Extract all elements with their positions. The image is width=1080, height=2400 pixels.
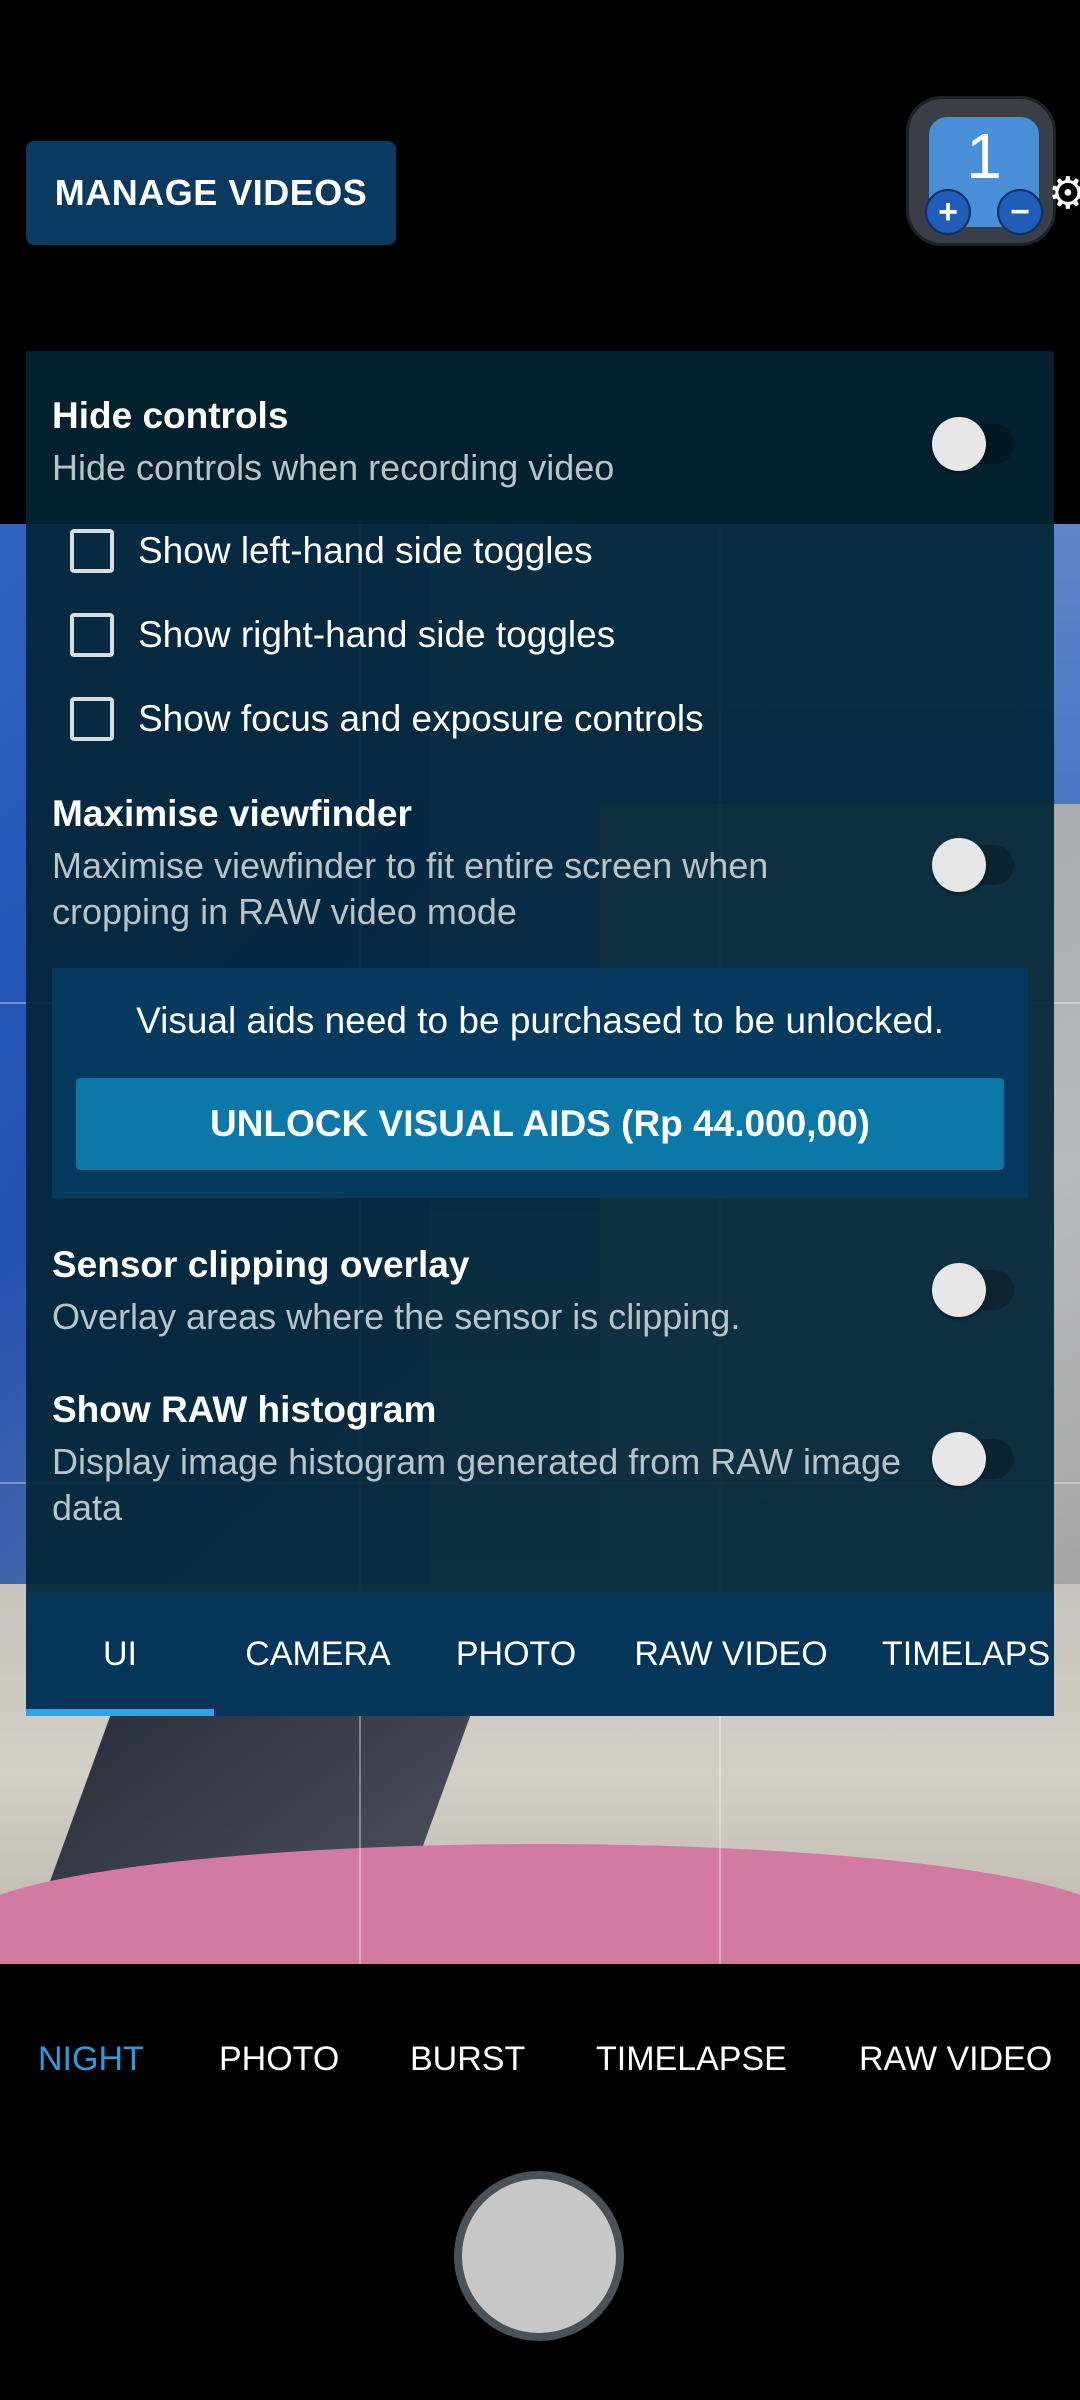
setting-title: Show RAW histogram (52, 1389, 437, 1430)
settings-panel: Hide controls Hide controls when recordi… (26, 351, 1054, 1592)
tab-camera[interactable]: CAMERA (214, 1592, 422, 1716)
tab-timelapse[interactable]: TIMELAPS (852, 1592, 1054, 1716)
toggle-knob (932, 838, 986, 892)
counter-plus-button[interactable]: + (925, 189, 971, 235)
maximise-viewfinder-toggle[interactable] (932, 838, 1014, 892)
manage-videos-button[interactable]: MANAGE VIDEOS (26, 141, 396, 245)
hide-controls-toggle[interactable] (932, 417, 1014, 471)
toggle-knob (932, 1263, 986, 1317)
shutter-button[interactable] (454, 2171, 624, 2341)
checkbox-right-toggles[interactable]: Show right-hand side toggles (70, 605, 615, 665)
mode-burst[interactable]: BURST (410, 2040, 525, 2079)
setting-sensor-clipping[interactable]: Sensor clipping overlay Overlay areas wh… (52, 1244, 912, 1340)
toggle-knob (932, 417, 986, 471)
visual-aids-message: Visual aids need to be purchased to be u… (136, 1000, 944, 1041)
counter-widget[interactable]: 1 + − (906, 96, 1056, 246)
setting-subtitle: Overlay areas where the sensor is clippi… (52, 1296, 741, 1337)
counter-value: 1 (966, 120, 1002, 192)
setting-subtitle: Maximise viewfinder to fit entire screen… (52, 845, 769, 932)
checkbox[interactable] (70, 697, 114, 741)
checkbox-label: Show right-hand side toggles (138, 614, 616, 655)
capture-mode-selector: NIGHT PHOTO BURST TIMELAPSE RAW VIDEO (0, 2010, 1080, 2110)
tab-raw-video[interactable]: RAW VIDEO (610, 1592, 852, 1716)
setting-subtitle: Hide controls when recording video (52, 447, 615, 488)
checkbox[interactable] (70, 613, 114, 657)
setting-title: Sensor clipping overlay (52, 1244, 470, 1285)
setting-raw-histogram[interactable]: Show RAW histogram Display image histogr… (52, 1389, 912, 1531)
raw-histogram-toggle[interactable] (932, 1432, 1014, 1486)
sensor-clipping-toggle[interactable] (932, 1263, 1014, 1317)
mode-timelapse[interactable]: TIMELAPSE (596, 2040, 787, 2079)
active-tab-indicator (26, 1709, 214, 1716)
toggle-knob (932, 1432, 986, 1486)
setting-title: Hide controls (52, 395, 289, 436)
checkbox-left-toggles[interactable]: Show left-hand side toggles (70, 521, 593, 581)
gear-icon[interactable]: ⚙ (1048, 168, 1080, 228)
counter-minus-button[interactable]: − (997, 189, 1043, 235)
checkbox-label: Show focus and exposure controls (138, 698, 704, 739)
mode-raw-video[interactable]: RAW VIDEO (859, 2040, 1052, 2079)
setting-maximise-viewfinder[interactable]: Maximise viewfinder Maximise viewfinder … (52, 793, 912, 935)
setting-hide-controls[interactable]: Hide controls Hide controls when recordi… (52, 395, 912, 491)
unlock-visual-aids-button[interactable]: UNLOCK VISUAL AIDS (Rp 44.000,00) (76, 1078, 1004, 1170)
setting-subtitle: Display image histogram generated from R… (52, 1441, 902, 1528)
checkbox-label: Show left-hand side toggles (138, 530, 593, 571)
setting-title: Maximise viewfinder (52, 793, 412, 834)
settings-tab-bar: UI CAMERA PHOTO RAW VIDEO TIMELAPS (26, 1592, 1054, 1716)
mode-photo[interactable]: PHOTO (219, 2040, 339, 2079)
checkbox[interactable] (70, 529, 114, 573)
mode-night[interactable]: NIGHT (38, 2040, 144, 2079)
tab-photo[interactable]: PHOTO (422, 1592, 610, 1716)
checkbox-focus-exposure[interactable]: Show focus and exposure controls (70, 689, 704, 749)
visual-aids-locked-box: Visual aids need to be purchased to be u… (52, 968, 1028, 1198)
tab-ui[interactable]: UI (26, 1592, 214, 1716)
